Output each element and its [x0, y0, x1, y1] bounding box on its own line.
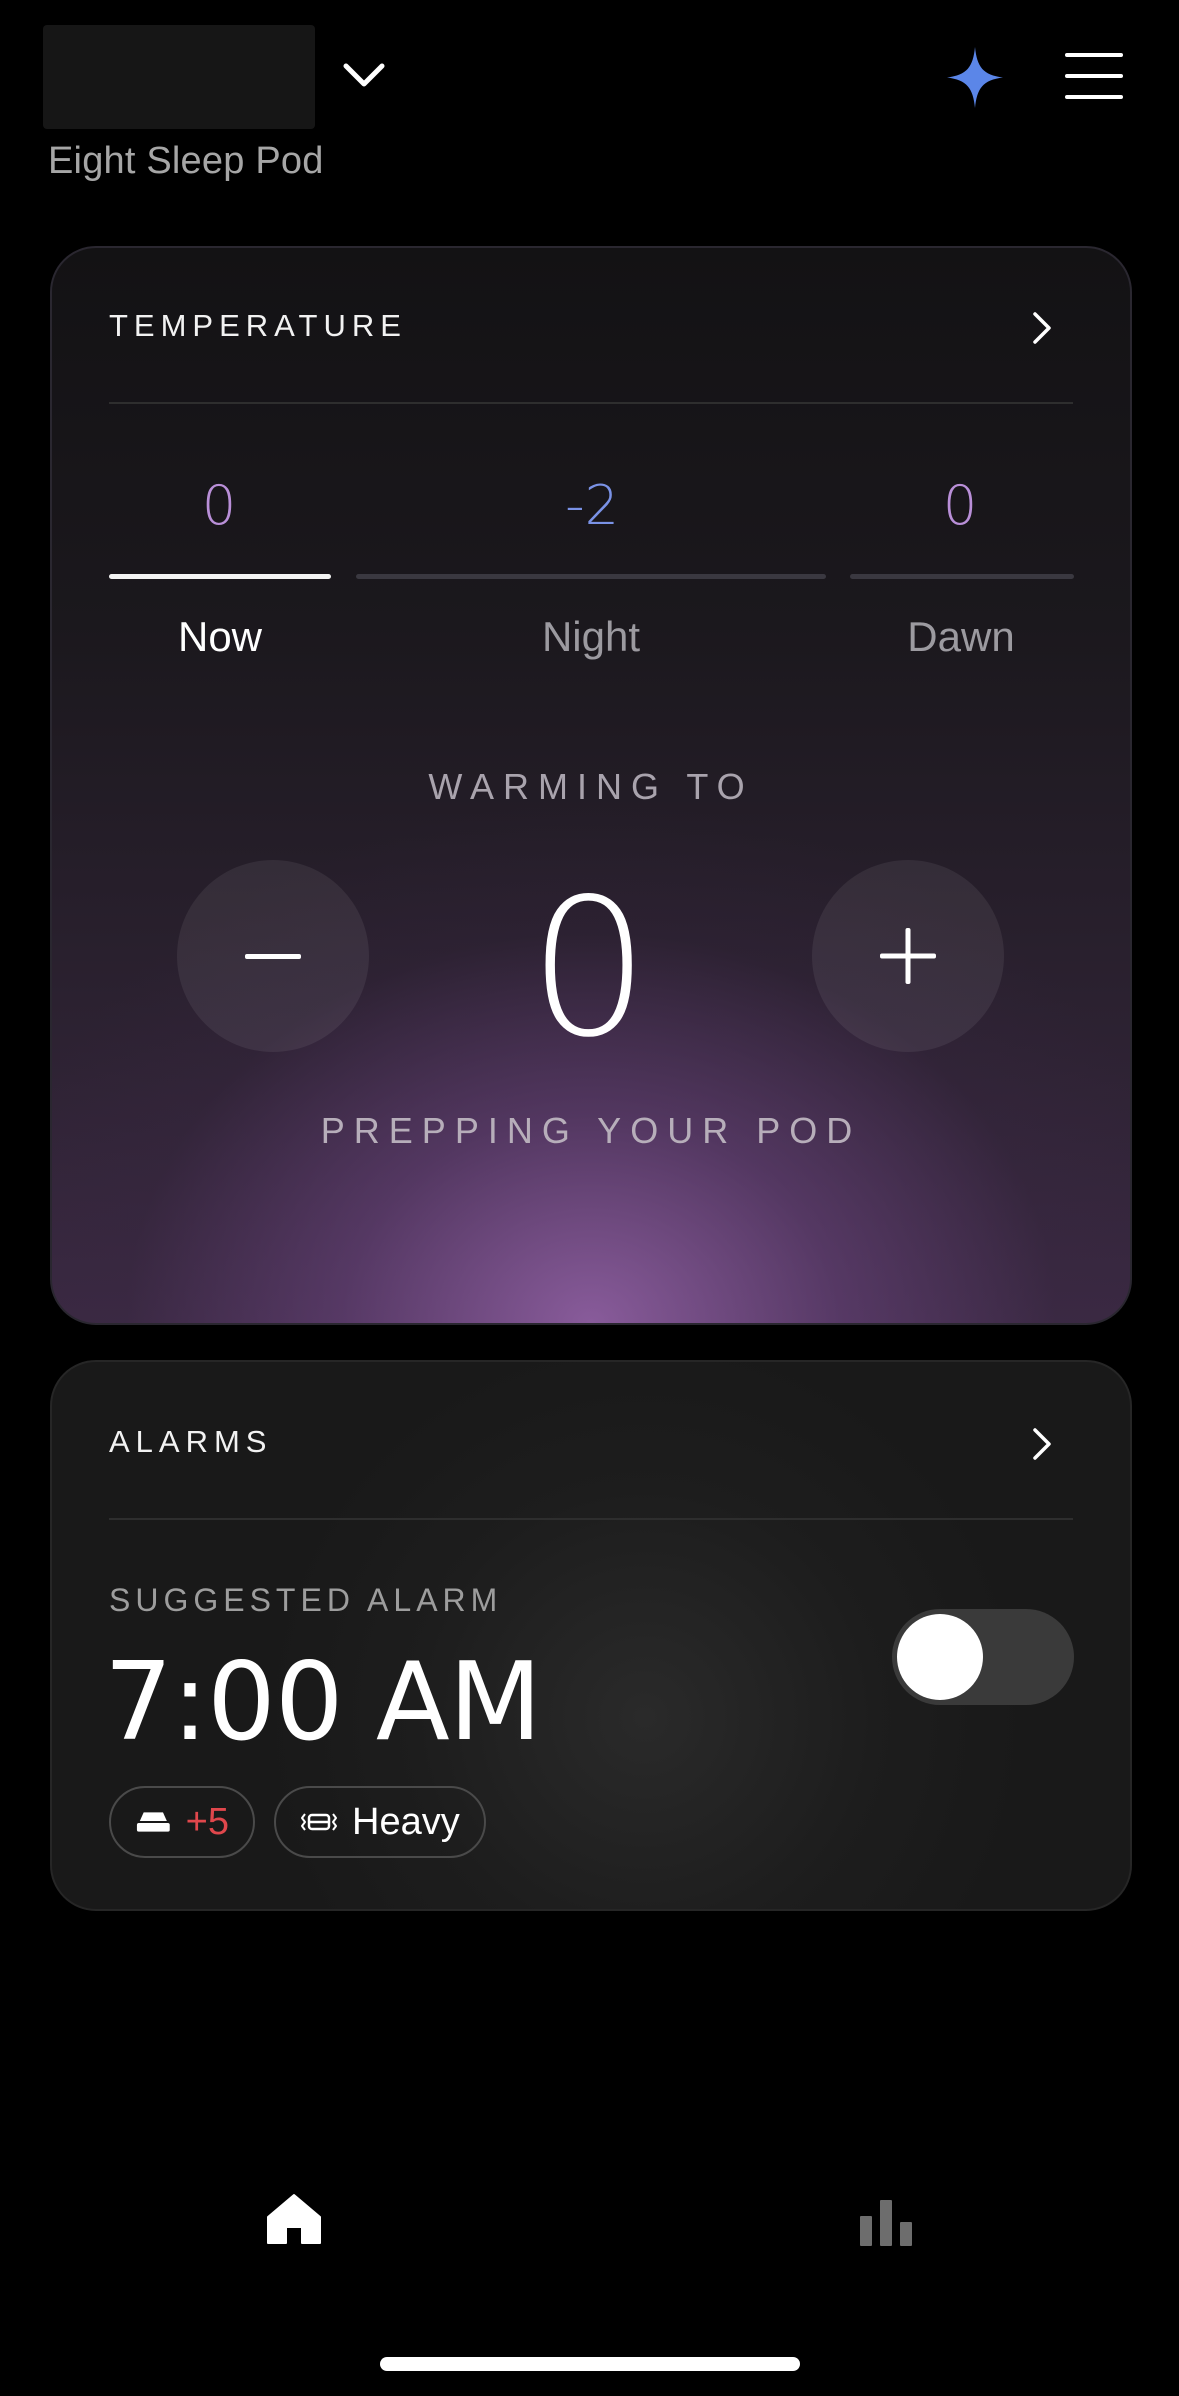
- home-icon[interactable]: [266, 2193, 322, 2245]
- thermal-level: +5: [185, 1800, 229, 1843]
- sparkle-icon[interactable]: [945, 45, 1005, 110]
- minus-icon: [245, 954, 301, 959]
- chevron-right-icon[interactable]: [1030, 308, 1054, 348]
- hamburger-menu-icon[interactable]: [1063, 50, 1125, 102]
- divider: [109, 402, 1073, 404]
- profile-avatar-redacted[interactable]: [43, 25, 315, 129]
- increase-temperature-button[interactable]: [812, 860, 1004, 1052]
- tab-dawn-value[interactable]: 0: [850, 474, 1070, 537]
- divider: [109, 1518, 1073, 1520]
- tab-dawn-indicator[interactable]: [850, 574, 1074, 579]
- tab-dawn[interactable]: Dawn: [841, 613, 1081, 661]
- prepping-status: PREPPING YOUR POD: [320, 1110, 862, 1151]
- vibration-level: Heavy: [352, 1800, 460, 1843]
- temperature-card[interactable]: TEMPERATURE 0 Now -2 Night 0 Dawn WARMIN…: [50, 246, 1132, 1325]
- tab-night-indicator[interactable]: [356, 574, 826, 579]
- alarm-time[interactable]: 7:00 AM: [104, 1640, 542, 1765]
- thermal-alarm-chip[interactable]: +5: [109, 1786, 255, 1858]
- chevron-right-icon[interactable]: [1030, 1424, 1054, 1464]
- suggested-alarm-label: SUGGESTED ALARM: [109, 1582, 503, 1618]
- tab-now[interactable]: Now: [100, 613, 340, 661]
- stats-icon[interactable]: [860, 2198, 912, 2246]
- home-indicator[interactable]: [380, 2357, 800, 2371]
- plus-icon: [880, 928, 936, 984]
- current-temperature: 0: [528, 858, 650, 1079]
- alarm-toggle[interactable]: [892, 1609, 1074, 1705]
- chevron-down-icon[interactable]: [340, 58, 388, 92]
- vibration-alarm-chip[interactable]: Heavy: [274, 1786, 486, 1858]
- tab-night[interactable]: Night: [471, 613, 711, 661]
- alarms-card[interactable]: ALARMS SUGGESTED ALARM 7:00 AM +5 Heavy: [50, 1360, 1132, 1911]
- tab-now-value[interactable]: 0: [109, 474, 329, 537]
- device-name: Eight Sleep Pod: [48, 140, 324, 182]
- tab-now-indicator[interactable]: [109, 574, 331, 579]
- tab-night-value[interactable]: -2: [482, 474, 702, 537]
- warming-status: WARMING TO: [428, 766, 754, 807]
- toggle-knob: [897, 1614, 983, 1700]
- temperature-title: TEMPERATURE: [109, 308, 407, 343]
- alarms-title: ALARMS: [109, 1424, 273, 1459]
- vibration-icon: [301, 1813, 337, 1831]
- decrease-temperature-button[interactable]: [177, 860, 369, 1052]
- bed-icon: [136, 1812, 170, 1832]
